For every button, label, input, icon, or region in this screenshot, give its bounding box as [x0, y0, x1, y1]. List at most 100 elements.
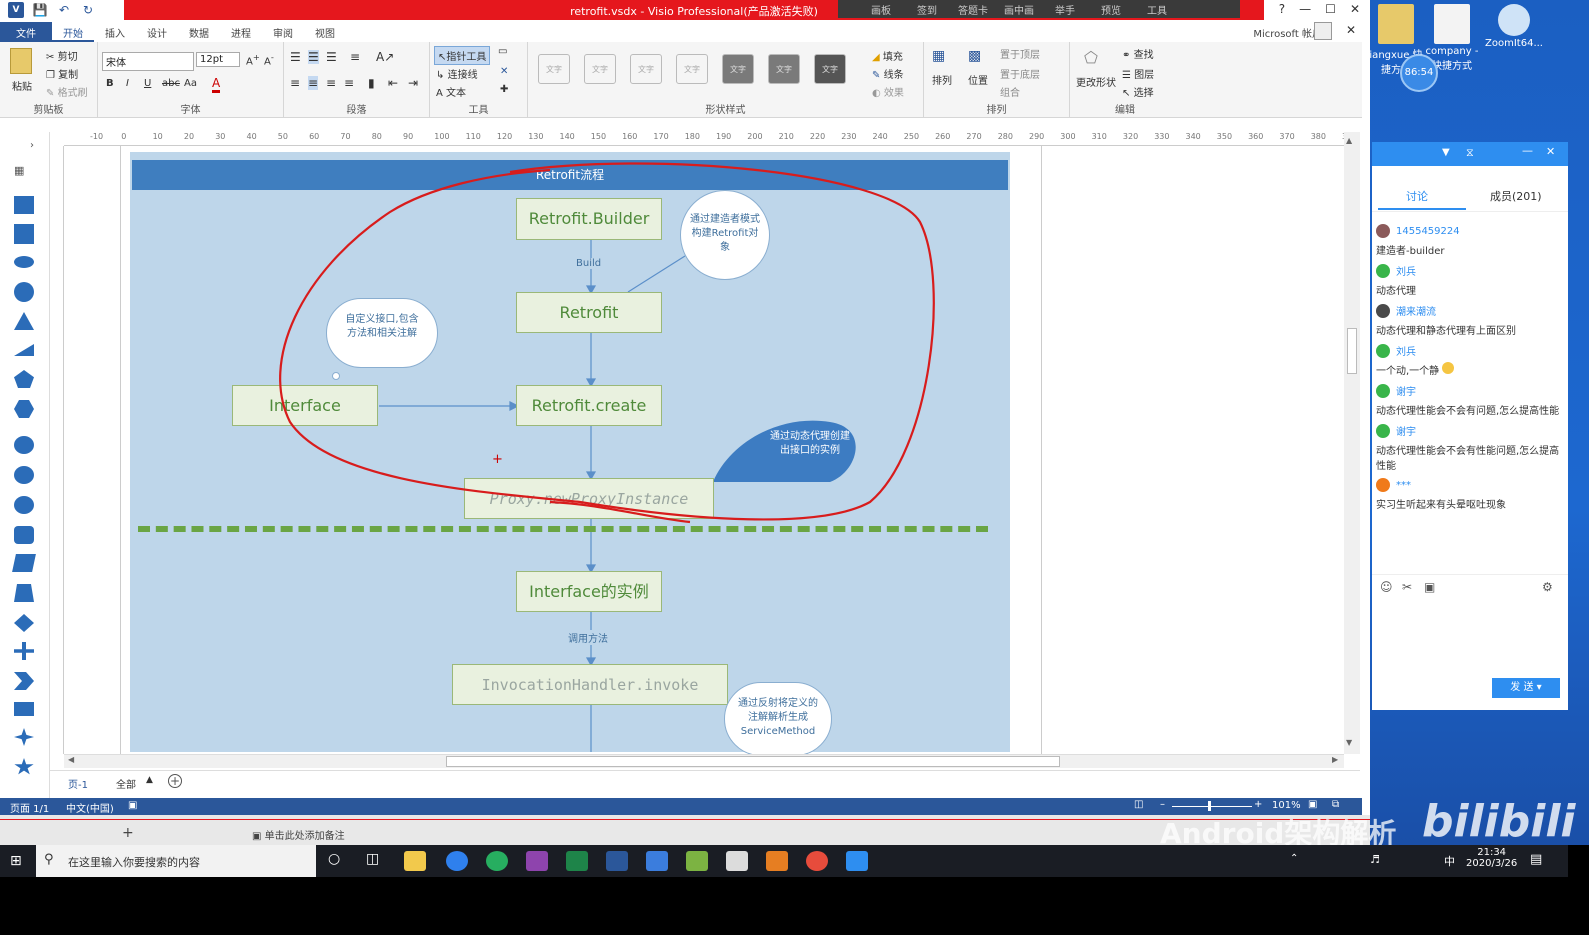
shrink-font-icon[interactable]: A- — [264, 52, 274, 67]
fit-page-icon[interactable]: ▣ — [1308, 799, 1317, 810]
redo-icon[interactable]: ↻ — [80, 2, 96, 18]
cortana-icon[interactable]: ○ — [328, 851, 340, 867]
account-label[interactable]: Microsoft 帐户 — [1253, 25, 1322, 40]
zoom-slider[interactable] — [1172, 806, 1252, 807]
message-author[interactable]: 谢宇 — [1396, 383, 1416, 398]
font-color-icon[interactable]: A — [212, 76, 221, 93]
send-button[interactable]: 发 送 ▾ — [1492, 678, 1560, 698]
add-page-icon[interactable]: + — [168, 774, 182, 788]
align-left-icon[interactable]: ≡ — [290, 76, 300, 90]
chat-minimize-icon[interactable]: — — [1522, 144, 1533, 157]
copy-button[interactable]: ❐ 复制 — [46, 66, 78, 81]
meeting-timer[interactable]: 86:54 — [1400, 54, 1438, 92]
macro-icon[interactable]: ▣ — [128, 800, 137, 811]
meeting-checkin[interactable]: 签到 — [904, 2, 950, 17]
tab-view[interactable]: 视图 — [304, 22, 346, 42]
tab-file[interactable]: 文件 — [0, 22, 52, 42]
justify-icon[interactable]: ≡ — [344, 76, 354, 90]
photos-icon[interactable] — [726, 851, 748, 871]
bullets-icon[interactable]: ≡ — [350, 50, 360, 64]
zoom-level[interactable]: 101% — [1272, 800, 1301, 811]
align-shapes-button[interactable]: 排列 — [932, 72, 952, 87]
fill-button[interactable]: ◢ 填充 — [872, 48, 903, 63]
xmind-icon[interactable] — [766, 851, 788, 871]
image-icon[interactable]: ▣ — [1424, 580, 1435, 594]
trapezoid-shape-icon[interactable] — [14, 584, 34, 602]
cross-shape-icon[interactable] — [14, 642, 34, 660]
chrome-icon[interactable] — [806, 851, 828, 871]
scroll-left-icon[interactable]: ◀ — [68, 755, 74, 764]
grow-font-icon[interactable]: A+ — [246, 52, 260, 67]
align-top-icon[interactable]: ☰ — [290, 50, 301, 64]
spreadsheet-icon[interactable] — [566, 851, 588, 871]
tab-review[interactable]: 审阅 — [262, 22, 304, 42]
clock[interactable]: 21:34 2020/3/26 — [1466, 847, 1517, 869]
notepad-icon[interactable] — [686, 851, 708, 871]
align-right-icon[interactable]: ≡ — [326, 76, 336, 90]
style-swatch[interactable]: 文字 — [676, 54, 708, 84]
style-swatch[interactable]: 文字 — [538, 54, 570, 84]
block-shape-icon[interactable] — [14, 702, 34, 716]
ime-indicator[interactable]: 中 — [1444, 853, 1455, 869]
ide-icon[interactable] — [526, 851, 548, 871]
zoom-slider-thumb[interactable] — [1208, 801, 1211, 811]
browser-icon[interactable] — [446, 851, 468, 871]
taskbar-search[interactable]: ⚲ 在这里输入你要搜索的内容 — [36, 845, 316, 877]
maximize-icon[interactable]: ☐ — [1325, 2, 1336, 16]
align-middle-icon[interactable]: ☰ — [308, 50, 319, 64]
zoom-in-icon[interactable]: + — [1254, 799, 1262, 810]
pointer-tool-button[interactable]: ↖指针工具 — [434, 46, 491, 65]
octagon-shape-icon[interactable] — [14, 466, 34, 484]
page-number-status[interactable]: 页面 1/1 — [10, 800, 49, 815]
meeting-whiteboard[interactable]: 画板 — [858, 2, 904, 17]
paste-icon[interactable] — [10, 48, 32, 74]
cut-button[interactable]: ✂ 剪切 — [46, 48, 78, 63]
underline-icon[interactable]: U — [144, 78, 151, 89]
increase-indent-icon[interactable]: ⇥ — [408, 76, 418, 90]
star-4-shape-icon[interactable] — [14, 728, 34, 746]
change-case-icon[interactable]: Aa — [184, 78, 197, 89]
bring-front-button[interactable]: 置于顶层 — [1000, 46, 1040, 61]
style-swatch[interactable]: 文字 — [722, 54, 754, 84]
scroll-down-icon[interactable]: ▼ — [1346, 738, 1352, 747]
diamond-shape-icon[interactable] — [14, 614, 34, 632]
meeting-app-icon[interactable] — [846, 851, 868, 871]
tab-insert[interactable]: 插入 — [94, 22, 136, 42]
meeting-pip[interactable]: 画中画 — [996, 2, 1042, 17]
hexagon-shape-icon[interactable] — [14, 400, 34, 418]
all-pages-dropdown[interactable]: 全部 — [116, 776, 136, 791]
text-direction-icon[interactable]: A↗ — [376, 50, 394, 64]
parallelogram-shape-icon[interactable] — [12, 554, 36, 572]
font-name-select[interactable]: 宋体 — [102, 52, 194, 71]
visio-task-icon[interactable] — [606, 851, 628, 871]
task-view-icon[interactable]: ◫ — [366, 851, 379, 867]
connection-point-icon[interactable]: ✚ — [500, 84, 508, 95]
undo-icon[interactable]: ↶ — [56, 2, 72, 18]
app-green-icon[interactable] — [486, 851, 508, 871]
italic-icon[interactable]: I — [126, 78, 129, 89]
notification-icon[interactable]: ▤ — [1530, 852, 1542, 867]
windows-start-icon[interactable]: ⊞ — [10, 853, 22, 869]
style-swatch[interactable]: 文字 — [630, 54, 662, 84]
square-shape-icon[interactable] — [14, 224, 34, 244]
desktop-icon-zoomit[interactable]: ZoomIt64... — [1484, 4, 1544, 49]
message-author[interactable]: 刘兵 — [1396, 263, 1416, 278]
text-tool-button[interactable]: A 文本 — [436, 84, 466, 99]
decagon-shape-icon[interactable] — [14, 496, 34, 514]
select-button[interactable]: ↖ 选择 — [1122, 84, 1154, 99]
font-size-select[interactable]: 12pt — [196, 52, 240, 67]
find-button[interactable]: ⚭ 查找 — [1122, 46, 1154, 61]
star-5-shape-icon[interactable] — [14, 758, 34, 775]
rectangle-shape-icon[interactable] — [14, 196, 34, 214]
align-bottom-icon[interactable]: ☰ — [326, 50, 337, 64]
vertical-scroll-thumb[interactable] — [1347, 328, 1357, 374]
right-triangle-shape-icon[interactable] — [14, 344, 34, 356]
ellipse-shape-icon[interactable] — [14, 256, 34, 268]
zoom-out-icon[interactable]: – — [1160, 799, 1165, 810]
chevron-up-icon[interactable]: ▲ — [146, 775, 153, 785]
save-icon[interactable]: 💾 — [32, 2, 48, 18]
style-swatch[interactable]: 文字 — [814, 54, 846, 84]
message-author[interactable]: *** — [1396, 480, 1411, 491]
close-connector-icon[interactable]: ✕ — [500, 66, 508, 77]
diagram-app-icon[interactable] — [646, 851, 668, 871]
